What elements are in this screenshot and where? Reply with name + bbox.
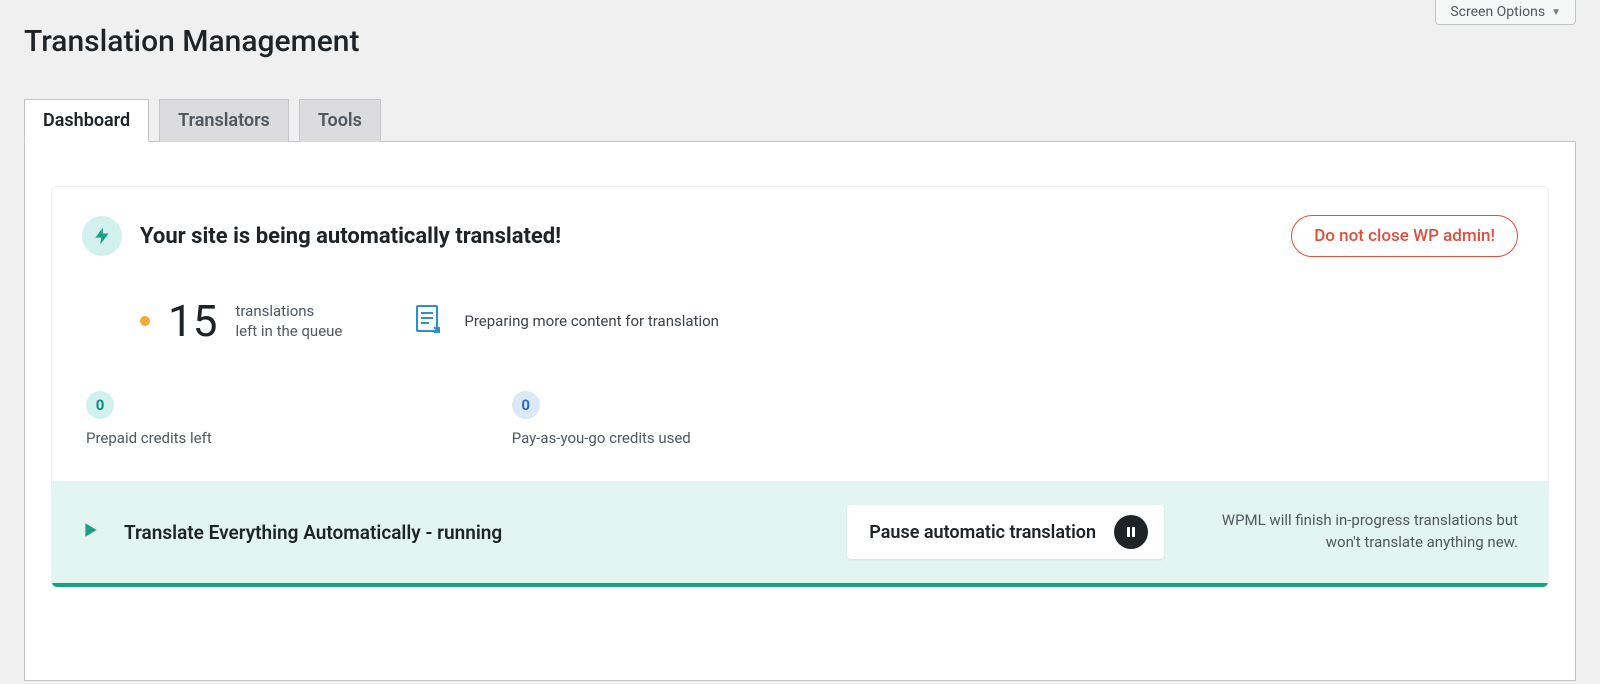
tab-dashboard[interactable]: Dashboard — [24, 99, 149, 142]
tab-label: Dashboard — [43, 110, 130, 131]
running-status-text: Translate Everything Automatically - run… — [124, 521, 502, 544]
tab-list: Dashboard Translators Tools — [24, 99, 1576, 142]
preparing-block: Preparing more content for translation — [412, 303, 719, 339]
tab-label: Tools — [318, 110, 362, 131]
running-status-bar: Translate Everything Automatically - run… — [52, 481, 1548, 587]
pause-icon — [1114, 515, 1148, 549]
preparing-text: Preparing more content for translation — [464, 312, 719, 330]
status-dot-icon — [140, 316, 150, 326]
page-title: Translation Management — [0, 0, 1600, 59]
lightning-icon — [82, 216, 122, 256]
translation-status-card: Your site is being automatically transla… — [51, 186, 1549, 588]
play-icon — [82, 521, 100, 543]
tab-tools[interactable]: Tools — [299, 99, 381, 142]
status-headline: Your site is being automatically transla… — [140, 224, 561, 249]
screen-options-toggle[interactable]: Screen Options ▼ — [1435, 0, 1576, 25]
document-icon — [412, 303, 444, 339]
payg-credits-block: 0 Pay-as-you-go credits used — [512, 391, 691, 447]
chevron-down-icon: ▼ — [1551, 7, 1561, 18]
prepaid-credits-block: 0 Prepaid credits left — [86, 391, 212, 447]
payg-credits-value: 0 — [512, 391, 540, 419]
pause-button-label: Pause automatic translation — [869, 522, 1096, 543]
pause-note: WPML will finish in-progress translation… — [1188, 510, 1518, 554]
screen-options-label: Screen Options — [1450, 4, 1545, 20]
tab-translators[interactable]: Translators — [159, 99, 289, 142]
tab-label: Translators — [178, 110, 270, 131]
prepaid-credits-label: Prepaid credits left — [86, 429, 212, 447]
warning-badge: Do not close WP admin! — [1291, 215, 1518, 257]
queue-label-line2: left in the queue — [235, 321, 342, 341]
tab-panel: Your site is being automatically transla… — [24, 141, 1576, 681]
queue-count-block: 15 translations left in the queue — [140, 295, 342, 347]
payg-credits-label: Pay-as-you-go credits used — [512, 429, 691, 447]
prepaid-credits-value: 0 — [86, 391, 114, 419]
queue-count: 15 — [168, 295, 217, 347]
queue-label-line1: translations — [235, 301, 342, 321]
pause-translation-button[interactable]: Pause automatic translation — [847, 505, 1164, 559]
